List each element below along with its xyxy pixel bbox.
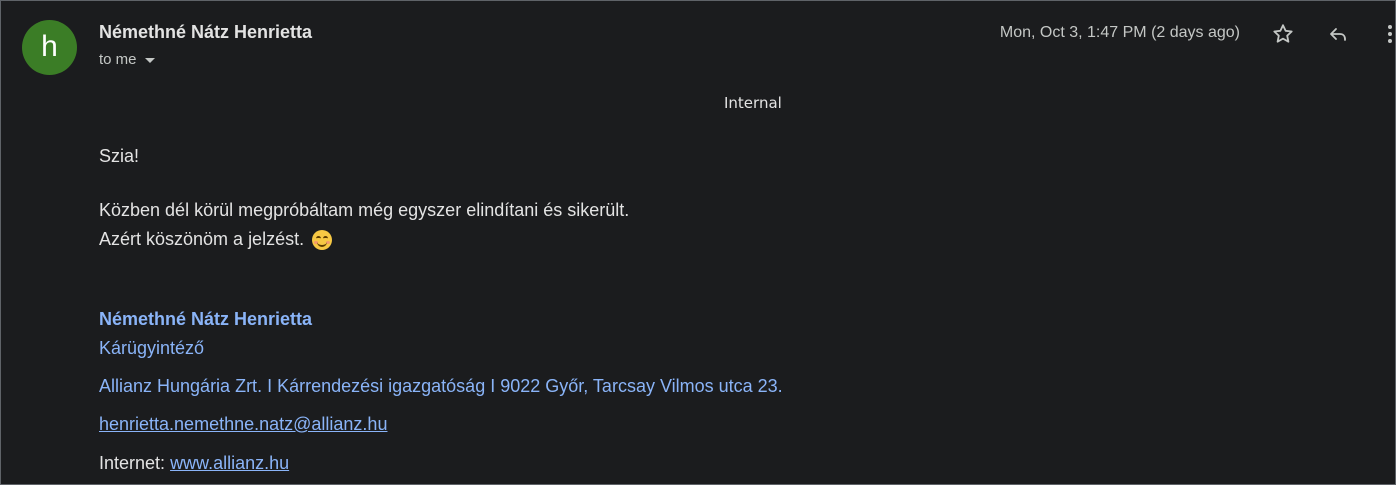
smiling-face-icon: [312, 229, 333, 250]
star-button[interactable]: [1268, 19, 1298, 49]
recipient-label: to me: [99, 51, 137, 68]
classification-label: Internal: [724, 94, 782, 112]
more-vert-icon: [1388, 25, 1392, 43]
more-options-button[interactable]: [1380, 19, 1395, 49]
signature-address: Allianz Hungária Zrt. I Kárrendezési iga…: [99, 376, 783, 396]
body-line-2: Azért köszönöm a jelzést.: [99, 229, 333, 250]
reply-button[interactable]: [1323, 19, 1353, 49]
reply-icon: [1330, 28, 1346, 41]
signature-website: Internet: www.allianz.hu: [99, 453, 289, 474]
signature-name: Némethné Nátz Henrietta: [99, 309, 313, 329]
body-line-1: Közben dél körül megpróbáltam még egysze…: [99, 200, 630, 220]
website-label: Internet:: [99, 453, 166, 473]
body-line-2-text: Azért köszönöm a jelzést.: [99, 229, 305, 249]
body-greeting: Szia!: [99, 146, 140, 166]
avatar[interactable]: h: [22, 20, 77, 75]
signature-title: Kárügyintéző: [99, 338, 205, 358]
signature-email-link[interactable]: henrietta.nemethne.natz@allianz.hu: [99, 414, 387, 435]
recipient-details-toggle[interactable]: to me: [99, 51, 155, 68]
star-icon: [1273, 24, 1293, 43]
email-message-view: h Némethné Nátz Henrietta to me Mon, Oct…: [0, 0, 1396, 485]
sender-name[interactable]: Némethné Nátz Henrietta: [99, 22, 312, 43]
message-datetime: Mon, Oct 3, 1:47 PM (2 days ago): [999, 24, 1240, 41]
website-link[interactable]: www.allianz.hu: [170, 453, 289, 473]
chevron-down-icon[interactable]: [144, 58, 155, 63]
